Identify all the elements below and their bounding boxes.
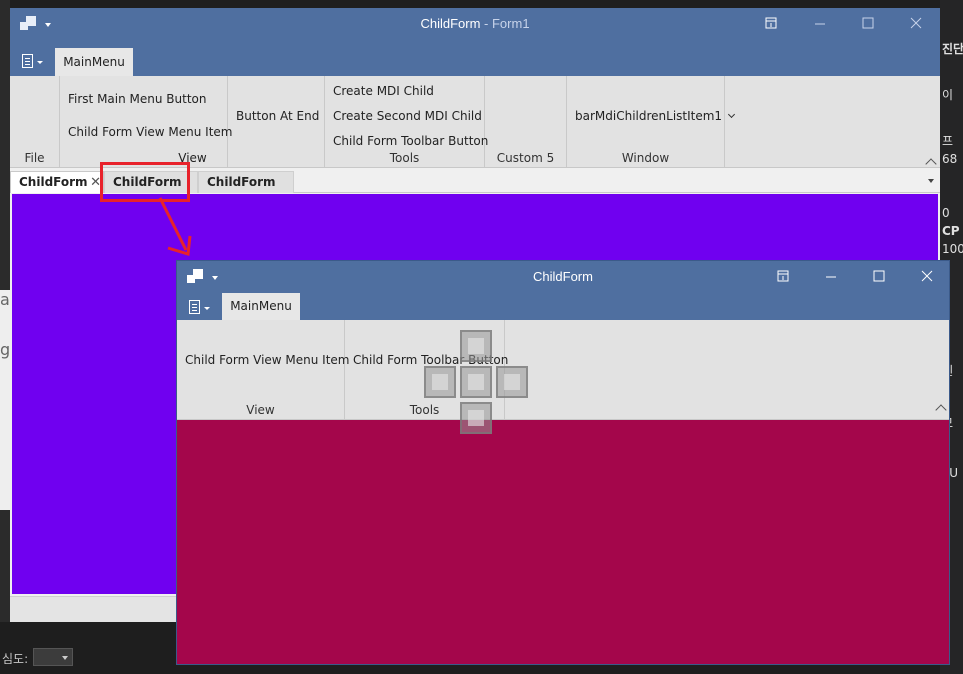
- background-left-panel: a g: [0, 0, 10, 674]
- minimize-icon[interactable]: [823, 269, 839, 285]
- mdi-tab-label: ChildForm: [19, 175, 88, 189]
- window-title: ChildForm: [420, 16, 481, 31]
- main-form-titlebar[interactable]: ChildForm - Form1: [10, 8, 940, 40]
- first-main-menu-button[interactable]: First Main Menu Button: [68, 92, 207, 106]
- bg-fragment: g: [0, 340, 11, 359]
- mdi-tab-childform-3[interactable]: ChildForm: [198, 171, 294, 193]
- bg-fragment: 이: [942, 88, 954, 102]
- chevron-down-icon: [727, 110, 735, 119]
- maximize-icon[interactable]: [871, 269, 887, 285]
- pin-icon[interactable]: [763, 16, 779, 32]
- dock-bottom-icon[interactable]: [460, 402, 492, 434]
- drag-arrow-icon: [158, 197, 192, 256]
- mdi-tab-label: ChildForm: [207, 175, 276, 189]
- application-menu-icon[interactable]: [22, 54, 44, 70]
- ribbon-tab-strip: MainMenu: [10, 40, 940, 76]
- close-icon[interactable]: [908, 16, 924, 32]
- dock-right-icon[interactable]: [496, 366, 528, 398]
- bg-fragment: 0: [942, 206, 950, 220]
- maximize-icon[interactable]: [860, 16, 876, 32]
- button-at-end[interactable]: Button At End: [236, 109, 319, 123]
- child-form-view-menu-item[interactable]: Child Form View Menu Item: [68, 125, 233, 139]
- window-subtitle: Form1: [491, 16, 530, 31]
- mdi-tab-childform-1[interactable]: ChildForm ✕: [10, 171, 104, 193]
- child-form-toolbar-button[interactable]: Child Form Toolbar Button: [333, 134, 488, 148]
- bg-fragment: 진단: [942, 42, 963, 56]
- bg-fragment: CP: [942, 224, 960, 238]
- dock-left-icon[interactable]: [424, 366, 456, 398]
- ribbon-group-window: barMdiChildrenListItem1 Window: [567, 76, 735, 167]
- create-second-mdi-child-button[interactable]: Create Second MDI Child: [333, 109, 482, 123]
- ribbon-group-custom5: Custom 5: [485, 76, 567, 167]
- child-form-window[interactable]: ChildForm MainMenu Child Form View Menu …: [176, 260, 950, 665]
- group-caption: Window: [621, 151, 670, 165]
- ribbon-group-tools: Create MDI Child Create Second MDI Child…: [325, 76, 488, 167]
- ribbon-group-view: Child Form View Menu Item View: [177, 320, 350, 419]
- screen: a g 진단 이 프 68 0 CP 100 0 벤 모 PU 심도:: [0, 0, 963, 674]
- minimize-icon[interactable]: [812, 16, 828, 32]
- application-menu-icon[interactable]: [189, 300, 211, 316]
- group-caption: Tools: [389, 151, 420, 165]
- child-form-titlebar[interactable]: ChildForm: [177, 261, 949, 293]
- depth-label: 심도:: [2, 652, 29, 666]
- create-mdi-child-button[interactable]: Create MDI Child: [333, 84, 434, 98]
- main-ribbon: File First Main Menu Button Child Form V…: [10, 76, 940, 170]
- child-form-view-menu-item[interactable]: Child Form View Menu Item: [185, 353, 350, 367]
- tab-mainmenu[interactable]: MainMenu: [222, 293, 300, 320]
- tab-mainmenu[interactable]: MainMenu: [55, 48, 133, 76]
- dock-guide[interactable]: [424, 330, 528, 434]
- group-caption: View: [246, 403, 275, 417]
- child-ribbon: Child Form View Menu Item View Child For…: [177, 320, 949, 420]
- dock-center-icon[interactable]: [460, 366, 492, 398]
- bg-fragment: 프: [942, 134, 954, 148]
- depth-combo[interactable]: [33, 648, 73, 666]
- mdi-children-list-item[interactable]: barMdiChildrenListItem1: [575, 109, 735, 123]
- collapse-ribbon-icon[interactable]: [935, 404, 947, 416]
- group-caption: Custom 5: [496, 151, 555, 165]
- close-icon[interactable]: [919, 269, 935, 285]
- mdi-children-list-label: barMdiChildrenListItem1: [575, 109, 723, 123]
- dock-top-icon[interactable]: [460, 330, 492, 362]
- pin-icon[interactable]: [775, 269, 791, 285]
- bg-fragment: a: [0, 290, 10, 309]
- main-form-title: ChildForm - Form1: [10, 16, 940, 31]
- ribbon-group-file: File: [10, 76, 60, 167]
- title-separator: -: [480, 16, 492, 31]
- bg-fragment: 100: [942, 242, 963, 256]
- tab-list-dropdown-icon[interactable]: [928, 179, 934, 183]
- group-caption: File: [24, 151, 45, 165]
- child-ribbon-tab-strip: MainMenu: [177, 293, 949, 320]
- bg-fragment: 68: [942, 152, 958, 166]
- background-light-area: a g: [0, 290, 10, 510]
